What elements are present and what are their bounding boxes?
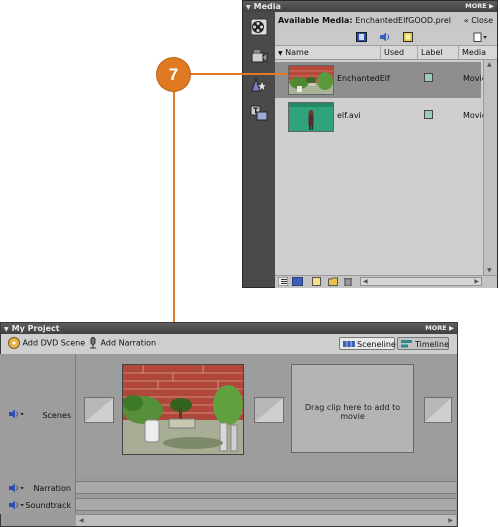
show-video-filter-icon[interactable] [356, 32, 367, 42]
clip-name: EnchantedElf [337, 74, 390, 83]
available-media-bar: Available Media: EnchantedElfGOOD.prel «… [275, 12, 497, 30]
narration-track[interactable] [76, 481, 456, 494]
label-color-swatch[interactable] [424, 110, 433, 119]
soundtrack-track[interactable] [76, 498, 456, 511]
icon-view-icon[interactable] [292, 277, 303, 286]
dvd-disc-icon [8, 337, 20, 349]
narration-speaker-icon[interactable] [8, 483, 24, 493]
sceneline-icon [343, 341, 355, 347]
transition-slot[interactable] [424, 397, 452, 423]
callout-leader-line [190, 73, 288, 75]
media-panel: ▼ Media MORE ▶ T Available Media: Enchant… [242, 0, 498, 288]
folder-icon[interactable] [328, 277, 338, 286]
scroll-right-arrow-icon[interactable]: ▶ [474, 278, 479, 285]
collapse-triangle-icon[interactable]: ▼ [4, 326, 9, 333]
drop-clip-zone[interactable]: Drag clip here to add to movie [291, 364, 414, 453]
scroll-right-arrow-icon[interactable]: ▶ [448, 517, 453, 524]
media-column-headers: ▼ Name Used Label Media [275, 46, 497, 60]
media-horizontal-scrollbar[interactable]: ◀ ▶ [360, 277, 482, 286]
effects-star-icon[interactable] [250, 76, 268, 94]
media-row[interactable]: elf.avi Movie [275, 99, 487, 135]
show-stills-filter-icon[interactable] [403, 32, 413, 42]
media-main: Available Media: EnchantedElfGOOD.prel «… [275, 12, 497, 288]
project-toolbar: Add DVD Scene Add Narration Sceneline Ti… [1, 334, 457, 355]
track-labels-column: Scenes Narration Soundtrack [0, 354, 76, 514]
tab-timeline[interactable]: Timeline [397, 337, 449, 350]
media-side-strip: T [243, 12, 275, 287]
collapse-triangle-icon[interactable]: ▼ [246, 4, 251, 11]
green-screen-thumbnail-icon [289, 103, 333, 131]
microphone-icon [90, 337, 96, 349]
scenes-track-label: Scenes [42, 411, 71, 420]
label-color-swatch[interactable] [424, 73, 433, 82]
project-panel-header: ▼ My Project MORE ▶ [1, 323, 457, 334]
project-horizontal-scrollbar[interactable]: ◀ ▶ [76, 514, 456, 526]
column-header-label[interactable]: Label [418, 46, 459, 59]
garden-elf-scene-thumbnail-icon [123, 365, 243, 454]
media-filter-toolbar [275, 29, 497, 46]
list-view-icon[interactable] [278, 277, 288, 286]
clip-thumbnail [288, 102, 334, 132]
narration-track-label: Narration [33, 484, 71, 493]
column-header-media[interactable]: Media [459, 46, 497, 59]
column-header-name[interactable]: ▼ Name [275, 46, 381, 59]
media-more-button[interactable]: MORE ▶ [465, 1, 494, 12]
callout-step-badge: 7 [157, 58, 190, 91]
new-item-icon[interactable] [312, 277, 321, 286]
titles-text-icon[interactable]: T [250, 104, 268, 122]
column-header-used[interactable]: Used [381, 46, 418, 59]
transition-slot-icon [255, 398, 283, 422]
tab-sceneline[interactable]: Sceneline [339, 337, 396, 350]
media-panel-header: ▼ Media MORE ▶ [243, 1, 497, 12]
timeline-icon [401, 340, 412, 348]
scroll-left-arrow-icon[interactable]: ◀ [363, 278, 368, 285]
scroll-up-arrow-icon[interactable]: ▲ [487, 61, 492, 68]
project-panel-title: My Project [11, 324, 60, 333]
add-narration-button[interactable]: Add Narration [88, 337, 156, 349]
trash-icon[interactable] [344, 277, 352, 286]
media-row[interactable]: EnchantedElf Movie [275, 62, 487, 98]
clip-name: elf.avi [337, 111, 361, 120]
project-file-name: EnchantedElfGOOD.prel [355, 16, 451, 25]
soundtrack-speaker-icon[interactable] [8, 500, 24, 510]
project-camera-icon[interactable] [250, 48, 268, 66]
transition-slot-icon [425, 398, 451, 422]
scene-clip[interactable] [122, 364, 244, 455]
media-vertical-scrollbar[interactable]: ▲ ▼ [483, 60, 497, 275]
available-media-label: Available Media: EnchantedElfGOOD.prel [278, 16, 451, 25]
soundtrack-track-label: Soundtrack [25, 501, 71, 510]
media-panel-title: Media [253, 2, 281, 11]
clip-thumbnail [288, 65, 334, 95]
media-bottom-bar: ◀ ▶ [275, 275, 497, 288]
scenes-audio-speaker-icon[interactable] [8, 409, 24, 419]
scroll-left-arrow-icon[interactable]: ◀ [79, 517, 84, 524]
project-more-button[interactable]: MORE ▶ [425, 323, 454, 334]
add-dvd-scene-button[interactable]: Add DVD Scene [8, 337, 85, 349]
show-audio-filter-icon[interactable] [379, 32, 391, 42]
transition-slot-icon [85, 398, 113, 422]
drop-zone-hint: Drag clip here to add to movie [304, 403, 401, 421]
transition-slot[interactable] [254, 397, 284, 423]
new-item-menu-icon[interactable] [473, 32, 487, 42]
transition-slot[interactable] [84, 397, 114, 423]
close-button[interactable]: « Close [464, 16, 493, 25]
scroll-down-arrow-icon[interactable]: ▼ [487, 267, 492, 274]
garden-scene-thumbnail-icon [289, 66, 333, 94]
media-film-reel-icon[interactable] [250, 18, 268, 36]
